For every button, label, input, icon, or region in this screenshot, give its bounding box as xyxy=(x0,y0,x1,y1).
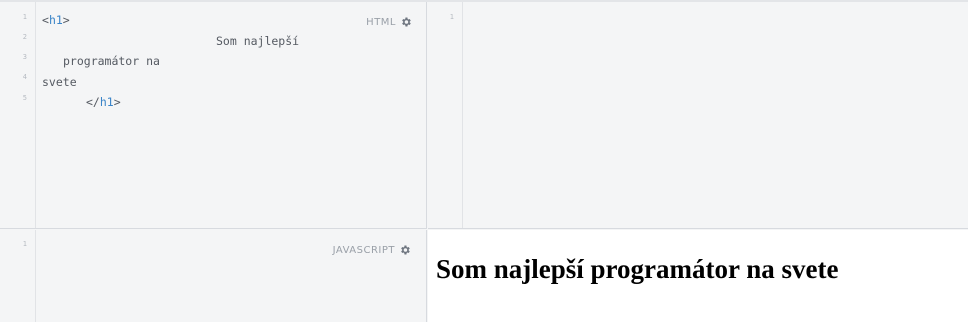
tag-name: h1 xyxy=(48,13,63,27)
line-number: 4 xyxy=(22,73,27,81)
output-panel: Som najlepší programátor na svete xyxy=(428,230,968,322)
line-number-gutter: 1 xyxy=(428,2,463,228)
tag-bracket: > xyxy=(113,95,121,109)
javascript-panel-label: JAVASCRIPT xyxy=(332,244,395,256)
javascript-editor-panel[interactable]: 1 JAVASCRIPT xyxy=(0,230,427,322)
line-number-gutter: 1 xyxy=(0,230,36,322)
code-playground: 1 2 3 4 5 <h1> Som najlepší programátor … xyxy=(0,0,968,322)
css-editor-panel[interactable]: 1 xyxy=(428,2,968,229)
code-text: programátor na xyxy=(63,54,160,68)
line-number: 1 xyxy=(449,13,454,21)
tag-bracket: < xyxy=(42,13,49,27)
tag-bracket: </ xyxy=(86,95,100,109)
gear-icon[interactable] xyxy=(399,244,411,256)
code-line: programátor na xyxy=(42,51,426,72)
html-editor-panel[interactable]: 1 2 3 4 5 <h1> Som najlepší programátor … xyxy=(0,2,427,229)
tag-bracket: > xyxy=(62,13,70,27)
html-panel-header[interactable]: HTML xyxy=(366,16,412,28)
code-line: </h1> xyxy=(42,92,426,113)
line-number: 1 xyxy=(22,13,27,21)
javascript-panel-header[interactable]: JAVASCRIPT xyxy=(333,244,411,256)
line-number: 3 xyxy=(22,53,27,61)
tag-name: h1 xyxy=(99,95,114,109)
line-number: 5 xyxy=(22,94,27,102)
html-panel-label: HTML xyxy=(366,16,396,28)
line-number: 2 xyxy=(22,33,27,41)
code-line: Som najlepší xyxy=(42,31,426,52)
output-heading: Som najlepší programátor na svete xyxy=(436,254,839,284)
code-text: svete xyxy=(42,74,77,89)
line-number: 1 xyxy=(22,240,27,248)
code-line: svete xyxy=(42,72,426,93)
line-number-gutter: 1 2 3 4 5 xyxy=(0,2,36,228)
gear-icon[interactable] xyxy=(400,16,412,28)
code-text: Som najlepší xyxy=(216,33,300,48)
